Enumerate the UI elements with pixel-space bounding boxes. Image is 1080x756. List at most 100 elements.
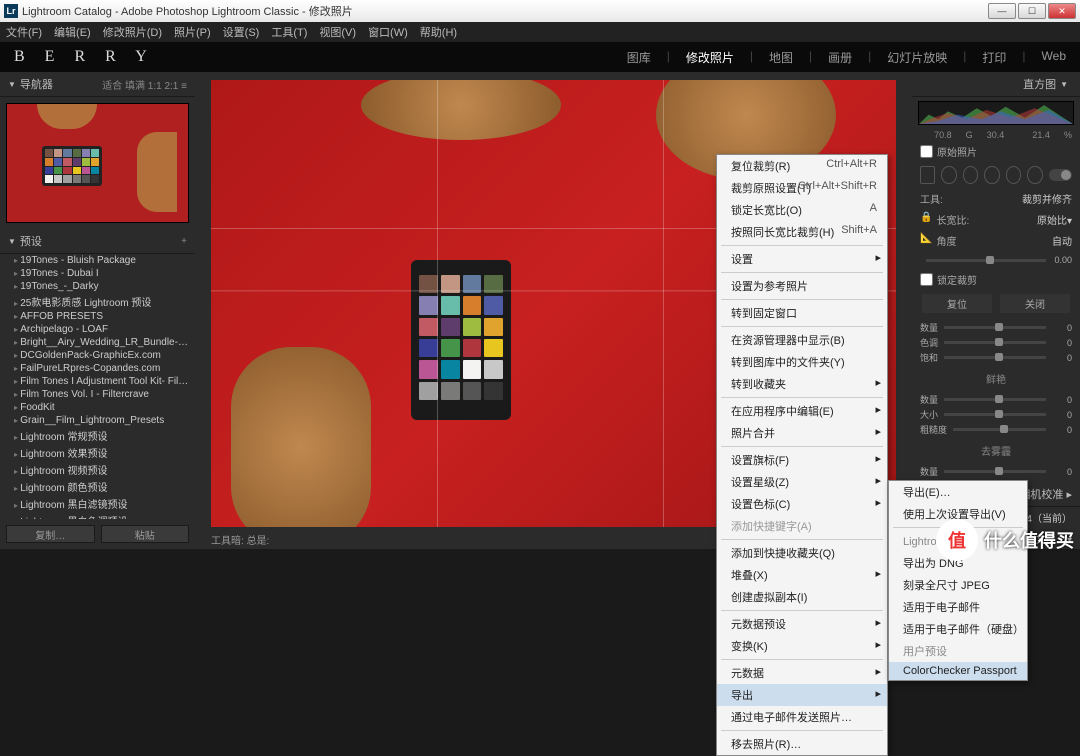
menu-item[interactable]: 编辑(E) [54,24,91,40]
menu-item[interactable]: 锁定长宽比(O)A [717,199,887,221]
module-tab[interactable]: 画册 [828,49,852,66]
preset-folder[interactable]: Film Tones I Adjustment Tool Kit- Filter… [0,375,195,388]
navigator-zoom[interactable]: 适合 填满 1:1 2:1 ≡ [102,77,187,92]
slider[interactable] [944,413,1046,416]
module-tab[interactable]: 修改照片 [686,49,734,66]
histogram-header[interactable]: 直方图 ▼ [912,72,1080,97]
menu-item[interactable]: 通过电子邮件发送照片… [717,706,887,728]
preset-folder[interactable]: Lightroom 黑白色调预设 [0,512,195,519]
module-tab[interactable]: Web [1042,49,1066,66]
export-submenu[interactable]: 导出(E)…使用上次设置导出(V)Lightroom 预设导出为 DNG刻录全尺… [888,480,1028,681]
navigator-preview[interactable] [6,103,189,223]
preset-folder[interactable]: AFFOB PRESETS [0,310,195,323]
menu-item[interactable]: 设置星级(Z)▸ [717,471,887,493]
module-tab[interactable]: 地图 [769,49,793,66]
slider[interactable] [944,470,1046,473]
presets-header[interactable]: ▼ 预设 + [0,229,195,254]
preset-folder[interactable]: FoodKit [0,401,195,414]
slider[interactable] [944,398,1046,401]
menu-item[interactable]: 修改照片(D) [103,24,162,40]
menu-item[interactable]: 文件(F) [6,24,42,40]
menu-item[interactable]: 设置为参考照片 [717,275,887,297]
brush-tool-icon[interactable] [1027,166,1042,184]
menu-item[interactable]: 元数据▸ [717,662,887,684]
menu-item[interactable]: 在资源管理器中显示(B) [717,329,887,351]
preset-folder[interactable]: 19Tones - Bluish Package [0,254,195,267]
menu-item[interactable]: 按照同长宽比裁剪(H)Shift+A [717,221,887,243]
angle-slider[interactable] [926,259,1046,262]
menu-item[interactable]: 转到固定窗口 [717,302,887,324]
aspect-dropdown[interactable]: 原始比▾ [1037,212,1072,227]
navigator-header[interactable]: ▼ 导航器 适合 填满 1:1 2:1 ≡ [0,72,195,97]
menu-item[interactable]: 裁剪原照设置(T)Ctrl+Alt+Shift+R [717,177,887,199]
auto-angle[interactable]: 自动 [1052,233,1072,248]
menu-item[interactable]: 设置旗标(F)▸ [717,449,887,471]
menu-item[interactable]: 设置(S) [223,24,260,40]
menu-item[interactable]: 适用于电子邮件（硬盘） [889,618,1027,640]
menu-item[interactable]: 堆叠(X)▸ [717,564,887,586]
menu-item[interactable]: 创建虚拟副本(I) [717,586,887,608]
menu-item[interactable]: 设置▸ [717,248,887,270]
preset-folder[interactable]: Archipelago - LOAF [0,323,195,336]
menu-item[interactable]: 适用于电子邮件 [889,596,1027,618]
radial-tool-icon[interactable] [1006,166,1021,184]
preset-folder[interactable]: Lightroom 颜色预设 [0,478,195,495]
menu-item[interactable]: 导出(E)… [889,481,1027,503]
preset-folder[interactable]: 19Tones - Dubai I [0,267,195,280]
menu-item[interactable]: 窗口(W) [368,24,408,40]
module-tab[interactable]: 幻灯片放映 [887,49,947,66]
preset-folder[interactable]: Grain__Film_Lightroom_Presets [0,414,195,427]
preset-folder[interactable]: Lightroom 视频预设 [0,461,195,478]
menu-item[interactable]: 移去照片(R)… [717,733,887,755]
preset-folder[interactable]: 25款电影质感 Lightroom 预设 [0,293,195,310]
preset-folder[interactable]: FailPureLRpres-Copandes.com [0,362,195,375]
tool-strip[interactable] [912,162,1080,188]
paste-button[interactable]: 粘贴 [101,525,190,543]
lock-crop-checkbox[interactable] [920,272,933,287]
preset-folder[interactable]: 19Tones_-_Darky [0,280,195,293]
menu-item[interactable]: 设置色标(C)▸ [717,493,887,515]
preset-folder[interactable]: Lightroom 常规预设 [0,427,195,444]
copy-button[interactable]: 复制… [6,525,95,543]
spot-tool-icon[interactable] [941,166,956,184]
original-checkbox[interactable] [920,144,933,159]
slider[interactable] [944,341,1046,344]
menu-item[interactable]: 复位裁剪(R)Ctrl+Alt+R [717,155,887,177]
plus-icon[interactable]: + [181,236,187,247]
histogram[interactable] [918,101,1074,125]
preset-folder[interactable]: DCGoldenPack-GraphicEx.com [0,349,195,362]
menu-item[interactable]: 转到收藏夹▸ [717,373,887,395]
menu-item[interactable]: 照片合并▸ [717,422,887,444]
slider[interactable] [944,326,1046,329]
gradient-tool-icon[interactable] [984,166,999,184]
minimize-button[interactable]: — [988,3,1016,19]
module-tab[interactable]: 打印 [982,49,1006,66]
close-button[interactable]: ✕ [1048,3,1076,19]
module-tab[interactable]: 图库 [627,49,651,66]
menu-item[interactable]: 视图(V) [319,24,356,40]
menu-item[interactable]: 在应用程序中编辑(E)▸ [717,400,887,422]
slider[interactable] [953,428,1046,431]
menu-item[interactable]: ColorChecker Passport [889,662,1027,680]
menu-item[interactable]: 添加到快捷收藏夹(Q) [717,542,887,564]
maximize-button[interactable]: ☐ [1018,3,1046,19]
menu-item[interactable]: 导出▸ [717,684,887,706]
menu-item[interactable]: 帮助(H) [420,24,457,40]
menu-item[interactable]: 刻录全尺寸 JPEG [889,574,1027,596]
reset-button[interactable]: 复位 [922,294,992,313]
loupe-view[interactable]: 工具暗: 总是: 复位裁剪(R)Ctrl+Alt+R裁剪原照设置(T)Ctrl+… [195,72,912,549]
preset-folder[interactable]: Film Tones Vol. I - Filtercrave [0,388,195,401]
menu-item[interactable]: 元数据预设▸ [717,613,887,635]
menu-item[interactable]: 工具(T) [271,24,307,40]
tool-switch[interactable] [1049,169,1072,181]
preset-folder[interactable]: Bright__Airy_Wedding_LR_Bundle-Copandes… [0,336,195,349]
preset-folder[interactable]: Lightroom 效果预设 [0,444,195,461]
preset-folder[interactable]: Lightroom 黑白滤镜预设 [0,495,195,512]
menu-item[interactable]: 变换(K)▸ [717,635,887,657]
crop-tool-icon[interactable] [920,166,935,184]
menu-item[interactable]: 照片(P) [174,24,211,40]
context-menu[interactable]: 复位裁剪(R)Ctrl+Alt+R裁剪原照设置(T)Ctrl+Alt+Shift… [716,154,888,756]
redeye-tool-icon[interactable] [963,166,978,184]
close-tool-button[interactable]: 关闭 [1000,294,1070,313]
slider[interactable] [944,356,1046,359]
